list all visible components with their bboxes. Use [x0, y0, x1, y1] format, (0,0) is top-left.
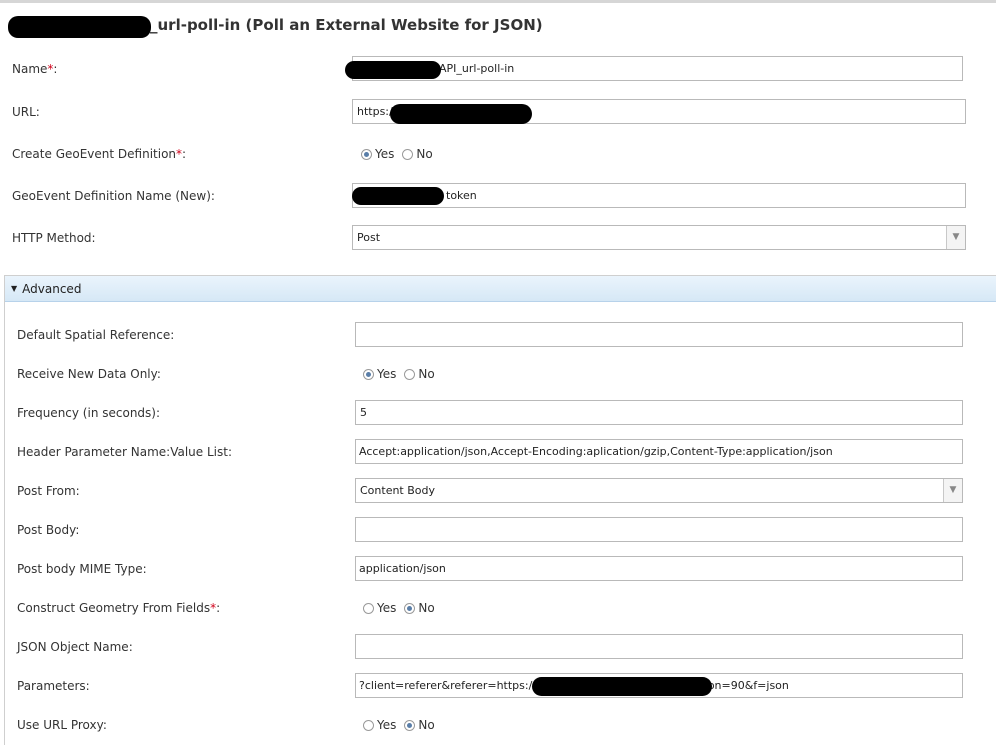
create-def-label: Create GeoEvent Definition*:: [12, 147, 187, 161]
create-def-radio-group: Yes No: [361, 147, 441, 161]
chevron-down-icon[interactable]: ▼: [946, 226, 965, 249]
post-body-label: Post Body:: [17, 523, 80, 537]
radio-yes-selected[interactable]: [363, 368, 374, 380]
spatial-ref-input[interactable]: [355, 322, 963, 347]
name-label: Name*:: [12, 62, 58, 76]
url-label: URL:: [12, 105, 40, 119]
redaction-mark: [532, 677, 712, 696]
radio-yes-label: Yes: [377, 718, 397, 732]
post-from-label: Post From:: [17, 484, 80, 498]
post-body-input[interactable]: [355, 517, 963, 542]
construct-geom-yes-option[interactable]: Yes: [363, 601, 396, 615]
parameters-label: Parameters:: [17, 679, 90, 693]
radio-no-label: No: [418, 601, 435, 615]
redaction-mark: [352, 187, 444, 205]
radio-no-label: No: [418, 367, 435, 381]
name-input[interactable]: API_url-poll-in: [352, 56, 963, 81]
headers-input[interactable]: Accept:application/json,Accept-Encoding:…: [355, 439, 963, 464]
radio-yes-selected[interactable]: [361, 148, 372, 160]
headers-label: Header Parameter Name:Value List:: [17, 445, 232, 459]
post-from-select[interactable]: Content Body ▼: [355, 478, 963, 503]
json-object-label: JSON Object Name:: [17, 640, 133, 654]
radio-yes-label: Yes: [377, 601, 397, 615]
radio-no[interactable]: [404, 368, 416, 380]
radio-no-label: No: [416, 147, 433, 161]
radio-yes-label: Yes: [377, 367, 397, 381]
frequency-input[interactable]: 5: [355, 400, 963, 425]
chevron-down-icon[interactable]: ▼: [943, 479, 962, 502]
radio-no-label: No: [418, 718, 435, 732]
url-proxy-no-option[interactable]: No: [404, 718, 435, 732]
url-proxy-yes-option[interactable]: Yes: [363, 718, 396, 732]
radio-no-selected[interactable]: [404, 719, 416, 731]
url-proxy-radio-group: Yes No: [363, 718, 443, 732]
spatial-ref-label: Default Spatial Reference:: [17, 328, 175, 342]
radio-no[interactable]: [402, 148, 414, 160]
url-proxy-label: Use URL Proxy:: [17, 718, 107, 732]
http-method-value: Post: [357, 231, 381, 244]
radio-no-selected[interactable]: [404, 602, 416, 614]
def-name-input[interactable]: token: [352, 183, 966, 208]
create-def-no-option[interactable]: No: [402, 147, 433, 161]
mime-input[interactable]: application/json: [355, 556, 963, 581]
frequency-label: Frequency (in seconds):: [17, 406, 161, 420]
redaction-mark: [390, 104, 532, 124]
radio-yes[interactable]: [363, 719, 374, 731]
advanced-section-header[interactable]: ▼ Advanced: [5, 276, 996, 302]
mime-label: Post body MIME Type:: [17, 562, 147, 576]
construct-geom-label: Construct Geometry From Fields*:: [17, 601, 221, 615]
new-data-label: Receive New Data Only:: [17, 367, 161, 381]
advanced-label: Advanced: [22, 281, 82, 296]
new-data-yes-option[interactable]: Yes: [363, 367, 396, 381]
top-border: [0, 0, 996, 3]
redaction-mark: [345, 61, 441, 79]
radio-yes-label: Yes: [375, 147, 395, 161]
http-method-select[interactable]: Post ▼: [352, 225, 966, 250]
json-object-input[interactable]: [355, 634, 963, 659]
def-name-label: GeoEvent Definition Name (New):: [12, 189, 215, 203]
new-data-no-option[interactable]: No: [404, 367, 435, 381]
post-from-value: Content Body: [360, 484, 436, 497]
construct-geom-no-option[interactable]: No: [404, 601, 435, 615]
create-def-yes-option[interactable]: Yes: [361, 147, 394, 161]
new-data-radio-group: Yes No: [363, 367, 443, 381]
http-method-label: HTTP Method:: [12, 231, 96, 245]
caret-down-icon[interactable]: ▼: [11, 284, 17, 293]
radio-yes[interactable]: [363, 602, 374, 614]
construct-geom-radio-group: Yes No: [363, 601, 443, 615]
redaction-mark: [8, 16, 151, 38]
